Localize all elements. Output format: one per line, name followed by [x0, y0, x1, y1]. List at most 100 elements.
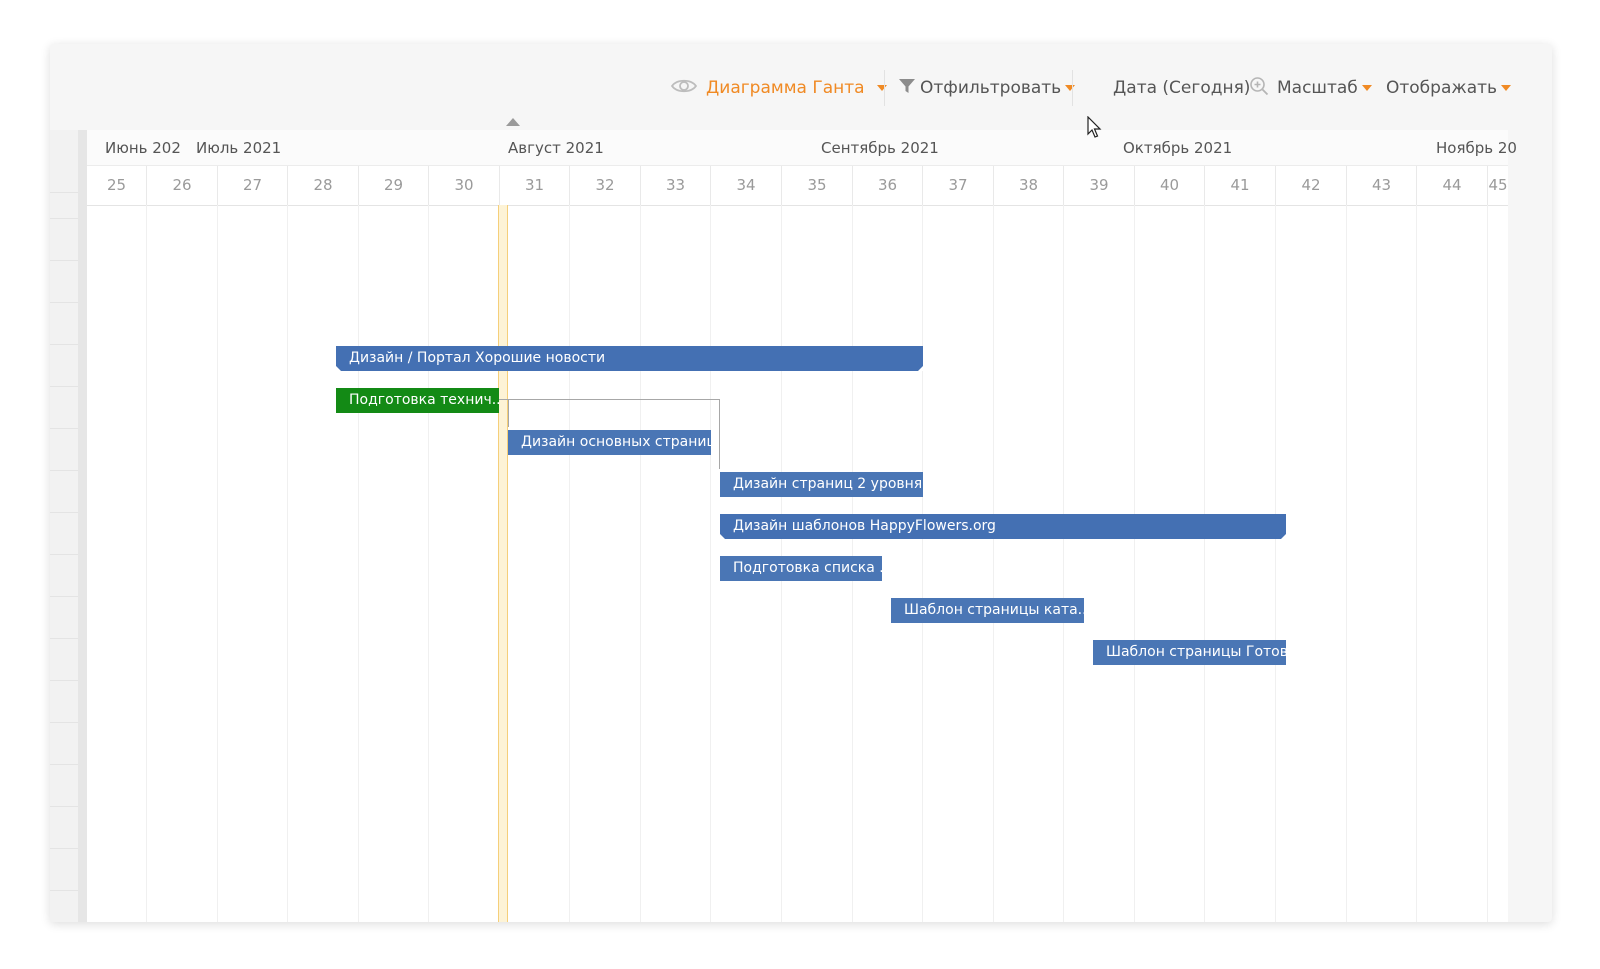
grid-line	[922, 205, 923, 922]
grid-line	[710, 205, 711, 922]
date-today-label: Дата (Сегодня)	[1113, 78, 1251, 98]
date-today-button[interactable]: Дата (Сегодня)	[1113, 76, 1250, 100]
month-label: Июнь 202	[105, 139, 181, 157]
row-divider	[50, 554, 78, 555]
mouse-cursor-icon	[1087, 116, 1102, 138]
row-divider	[50, 638, 78, 639]
splitter-handle[interactable]	[78, 130, 87, 922]
grid-line	[287, 205, 288, 922]
collapse-header-icon[interactable]	[506, 118, 520, 126]
grid-line	[640, 205, 641, 922]
week-label: 25	[106, 176, 127, 194]
gantt-task-bar[interactable]: Дизайн страниц 2 уровня	[720, 472, 923, 497]
zoom-label: Масштаб	[1277, 78, 1358, 98]
week-label: 38	[993, 166, 1063, 205]
week-label: 33	[640, 166, 710, 205]
view-switcher[interactable]: Диаграмма Ганта	[670, 76, 887, 100]
week-label: 39	[1063, 166, 1134, 205]
chevron-down-icon	[876, 85, 887, 91]
row-divider	[50, 596, 78, 597]
row-divider	[50, 218, 78, 219]
row-divider	[50, 260, 78, 261]
row-divider	[50, 192, 78, 193]
display-options-button[interactable]: Отображать	[1386, 76, 1512, 100]
gantt-chart: Июнь 202 Июль 2021 Август 2021 Сентябрь …	[87, 130, 1517, 922]
zoom-in-icon	[1249, 76, 1269, 101]
row-divider	[50, 302, 78, 303]
grid-line	[569, 205, 570, 922]
week-label: 30	[428, 166, 499, 205]
week-label: 42	[1275, 166, 1346, 205]
row-divider	[50, 680, 78, 681]
grid-line	[358, 205, 359, 922]
zoom-button[interactable]: Масштаб	[1249, 76, 1372, 100]
week-label: 36	[852, 166, 922, 205]
week-label: 27	[217, 166, 287, 205]
week-label: 32	[569, 166, 640, 205]
month-label: Октябрь 2021	[1123, 139, 1233, 157]
month-header: Июнь 202 Июль 2021 Август 2021 Сентябрь …	[87, 130, 1517, 165]
week-header: 25 26 27 28 29 30 31 32 33 34 35 36 37 3…	[87, 165, 1508, 206]
row-divider	[50, 764, 78, 765]
filter-button[interactable]: Отфильтровать	[898, 76, 1076, 100]
gantt-panel: Диаграмма Ганта Отфильтровать Дата (Сего…	[50, 44, 1552, 922]
grid-line	[1416, 205, 1417, 922]
eye-icon	[670, 77, 698, 100]
row-divider	[50, 806, 78, 807]
toolbar: Диаграмма Ганта Отфильтровать Дата (Сего…	[50, 44, 1552, 130]
week-label: 40	[1134, 166, 1204, 205]
grid-line	[1134, 205, 1135, 922]
grid-line	[1204, 205, 1205, 922]
month-label: Июль 2021	[196, 139, 282, 157]
chevron-down-icon	[1065, 85, 1076, 91]
view-switcher-label: Диаграмма Ганта	[706, 78, 865, 98]
row-divider	[50, 890, 78, 891]
row-divider	[50, 428, 78, 429]
dependency-link	[499, 399, 720, 400]
gantt-task-bar-completed[interactable]: Подготовка технич...	[336, 388, 499, 413]
today-marker	[498, 205, 508, 922]
week-label: 35	[781, 166, 852, 205]
gantt-summary-bar[interactable]: Дизайн / Портал Хорошие новости	[336, 346, 923, 371]
row-divider	[50, 386, 78, 387]
grid-line	[1346, 205, 1347, 922]
week-label: 31	[499, 166, 569, 205]
dependency-link	[719, 399, 720, 469]
toolbar-divider	[884, 70, 885, 106]
filter-label: Отфильтровать	[920, 78, 1062, 98]
week-label: 44	[1416, 166, 1487, 205]
gantt-task-bar[interactable]: Шаблон страницы ката...	[891, 598, 1084, 623]
week-label: 41	[1204, 166, 1275, 205]
week-label: 45	[1487, 166, 1508, 205]
month-label: Ноябрь 20	[1436, 139, 1517, 157]
toolbar-divider	[1072, 70, 1073, 106]
month-label: Август 2021	[508, 139, 604, 157]
row-divider	[50, 722, 78, 723]
week-label: 43	[1346, 166, 1416, 205]
grid-line	[1275, 205, 1276, 922]
row-divider	[50, 470, 78, 471]
grid-line	[428, 205, 429, 922]
chevron-down-icon	[1361, 85, 1372, 91]
week-label: 26	[146, 166, 217, 205]
grid-line	[1487, 205, 1488, 922]
gantt-task-bar[interactable]: Подготовка списка ...	[720, 556, 882, 581]
gantt-task-bar[interactable]: Шаблон страницы Готов...	[1093, 640, 1286, 665]
row-divider	[50, 848, 78, 849]
gantt-summary-bar[interactable]: Дизайн шаблонов HappyFlowers.org	[720, 514, 1286, 539]
week-label: 29	[358, 166, 428, 205]
grid-line	[217, 205, 218, 922]
filter-icon	[898, 77, 916, 100]
grid-line	[993, 205, 994, 922]
row-divider	[50, 512, 78, 513]
row-divider	[50, 344, 78, 345]
week-label: 37	[922, 166, 993, 205]
dependency-link	[508, 399, 509, 427]
month-label: Сентябрь 2021	[821, 139, 939, 157]
gantt-task-bar[interactable]: Дизайн основных страниц	[508, 430, 711, 455]
task-list-collapsed	[50, 130, 78, 922]
grid-line	[146, 205, 147, 922]
grid-line	[1063, 205, 1064, 922]
week-label: 34	[710, 166, 781, 205]
display-options-label: Отображать	[1386, 78, 1498, 98]
